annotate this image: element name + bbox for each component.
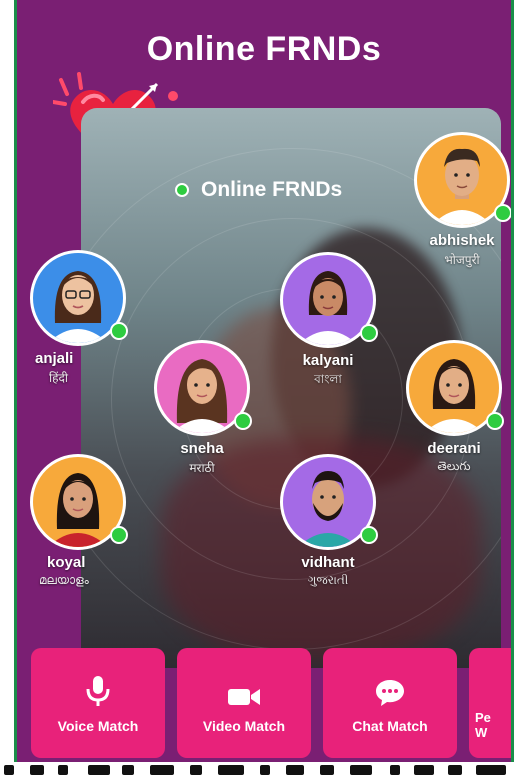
- user-sneha[interactable]: sneha मराठी: [147, 340, 257, 476]
- online-dot-icon: [175, 183, 189, 197]
- online-status-icon: [360, 526, 378, 544]
- user-koyal[interactable]: koyal മലയാളം: [23, 454, 133, 588]
- video-camera-icon: [228, 689, 260, 705]
- online-status-icon: [486, 412, 504, 430]
- user-language: മലയാളം: [39, 573, 89, 587]
- online-status-icon: [360, 324, 378, 342]
- user-abhishek[interactable]: abhishek भोजपुरी: [407, 132, 511, 268]
- user-name: vidhant: [301, 554, 355, 571]
- voice-match-button[interactable]: Voice Match: [31, 648, 165, 758]
- video-match-label: Video Match: [202, 718, 286, 734]
- voice-match-label: Voice Match: [57, 718, 139, 734]
- user-anjali[interactable]: anjali हिंदी: [23, 250, 133, 386]
- match-actions-bar: Voice Match Video Match Chat Match Pe W: [17, 648, 511, 758]
- user-kalyani[interactable]: kalyani বাংলা: [273, 252, 383, 391]
- user-name: kalyani: [302, 352, 354, 369]
- more-match-button[interactable]: Pe W: [469, 648, 511, 758]
- user-language: తెలుగు: [437, 459, 471, 473]
- user-language: हिंदी: [49, 371, 68, 385]
- user-name: abhishek: [429, 232, 495, 249]
- user-vidhant[interactable]: vidhant ગુજરાતી: [273, 454, 383, 588]
- chat-match-label: Chat Match: [352, 718, 428, 734]
- cropped-caption-strip: [0, 762, 518, 777]
- chat-bubble-icon: [376, 680, 404, 706]
- user-language: ગુજરાતી: [307, 573, 349, 587]
- user-name: anjali: [35, 350, 74, 367]
- user-name: sneha: [180, 440, 224, 457]
- more-match-label: Pe W: [475, 710, 491, 740]
- online-status-icon: [494, 204, 511, 222]
- online-status-icon: [234, 412, 252, 430]
- user-language: বাংলা: [314, 372, 342, 386]
- video-match-button[interactable]: Video Match: [177, 648, 311, 758]
- online-status-icon: [110, 526, 128, 544]
- chat-match-button[interactable]: Chat Match: [323, 648, 457, 758]
- user-language: भोजपुरी: [444, 253, 480, 267]
- user-language: मराठी: [189, 461, 215, 475]
- user-name: deerani: [427, 440, 481, 457]
- page-title: Online FRNDs: [146, 30, 382, 68]
- online-status-label: Online FRNDs: [175, 178, 342, 202]
- microphone-icon: [86, 676, 110, 706]
- user-name: koyal: [47, 554, 86, 571]
- online-status-icon: [110, 322, 128, 340]
- app-screen: Online FRNDs Online FRNDs abhishek भोजपु…: [14, 0, 514, 762]
- online-title: Online FRNDs: [201, 178, 343, 201]
- user-deerani[interactable]: deerani తెలుగు: [399, 340, 509, 476]
